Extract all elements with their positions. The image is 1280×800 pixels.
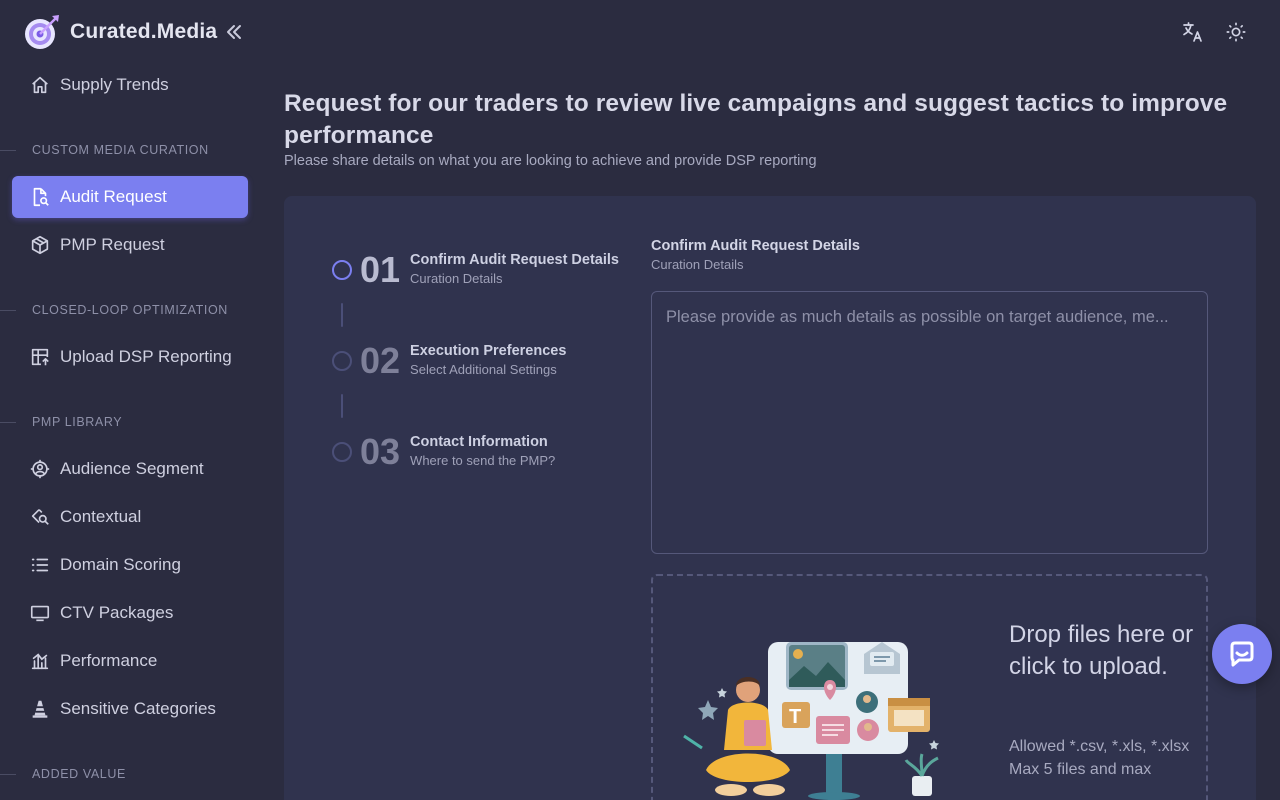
sidebar-item-label: Contextual [60,507,142,526]
file-search-icon [28,185,52,209]
step-number: 03 [360,431,401,472]
step-subtitle: Select Additional Settings [410,362,557,377]
tv-icon [28,601,52,625]
brand-logo-icon[interactable] [22,12,62,52]
sidebar-item-label: Performance [60,651,158,670]
step-indicator [332,351,352,371]
chat-bubble-icon [1226,638,1258,670]
sidebar-item-label: CTV Packages [60,603,174,622]
step-connector [341,394,343,418]
theme-toggle-sun-icon[interactable] [1224,20,1248,44]
home-icon [28,73,52,97]
sidebar-item-label: Supply Trends [60,75,169,94]
sidebar-item-label: Audience Segment [60,459,204,478]
upload-illustration: T [676,630,948,800]
step-indicator [332,260,352,280]
dropzone-title: Drop files here or click to upload. [1009,621,1194,680]
section-heading: ADDED VALUE [0,764,260,784]
brand: Curated.Media [22,12,243,52]
sidebar-item-ctv-packages[interactable]: CTV Packages [12,592,248,634]
step-subtitle: Curation Details [410,271,503,286]
sidebar-item-label: Sensitive Categories [60,699,216,718]
brand-name: Curated.Media [70,20,218,43]
package-icon [28,233,52,257]
step-title: Confirm Audit Request Details [410,252,619,268]
sidebar-item-domain-scoring[interactable]: Domain Scoring [12,544,248,586]
sidebar-item-label: Domain Scoring [60,555,181,574]
dropzone-allowed-types: Allowed *.csv, *.xls, *.xlsx [1009,738,1190,755]
zoom-search-icon [28,505,52,529]
step-1[interactable]: 01 Confirm Audit Request Details Curatio… [332,252,619,288]
sidebar-item-upload-dsp-reporting[interactable]: Upload DSP Reporting [12,336,248,378]
form-subtitle: Curation Details [651,257,744,272]
sidebar-item-audit-request[interactable]: Audit Request [12,176,248,218]
collapse-sidebar-icon[interactable] [225,23,243,41]
sidebar-item-supply-trends[interactable]: Supply Trends [12,64,248,106]
details-textarea[interactable] [651,291,1208,554]
list-icon [28,553,52,577]
sidebar-item-pmp-request[interactable]: PMP Request [12,224,248,266]
sidebar-item-sensitive-categories[interactable]: Sensitive Categories [12,688,248,730]
translate-icon[interactable] [1181,20,1205,44]
section-heading: PMP LIBRARY [0,412,260,432]
sidebar-item-performance[interactable]: Performance [12,640,248,682]
step-2[interactable]: 02 Execution Preferences Select Addition… [332,343,566,379]
step-subtitle: Where to send the PMP? [410,453,556,468]
sidebar-item-audience-segment[interactable]: Audience Segment [12,448,248,490]
step-number: 01 [360,249,401,290]
cone-icon [28,697,52,721]
table-upload-icon [28,345,52,369]
step-title: Execution Preferences [410,343,567,359]
page-title: Request for our traders to review live c… [284,90,1228,149]
chart-bar-icon [28,649,52,673]
sidebar-item-label: PMP Request [60,235,165,254]
step-connector [341,303,343,327]
sidebar-item-label: Audit Request [60,187,167,206]
step-number: 02 [360,340,401,381]
sidebar-item-contextual[interactable]: Contextual [12,496,248,538]
dropzone-limit: Max 5 files and max [1009,761,1152,778]
svg-text:T: T [789,706,801,728]
section-heading: CLOSED-LOOP OPTIMIZATION [0,300,260,320]
step-title: Contact Information [410,434,548,450]
sidebar-item-label: Upload DSP Reporting [60,347,232,366]
form-title: Confirm Audit Request Details [651,238,860,254]
chat-button[interactable] [1212,624,1272,684]
sidebar: Curated.Media Supply Trends CUSTOM MEDIA… [0,0,260,800]
section-heading: CUSTOM MEDIA CURATION [0,140,260,160]
step-indicator [332,442,352,462]
step-3[interactable]: 03 Contact Information Where to send the… [332,434,555,470]
target-user-icon [28,457,52,481]
dropzone-info: Allowed *.csv, *.xls, *.xlsx Max 5 files… [1009,735,1199,781]
page-subtitle: Please share details on what you are loo… [284,153,817,169]
